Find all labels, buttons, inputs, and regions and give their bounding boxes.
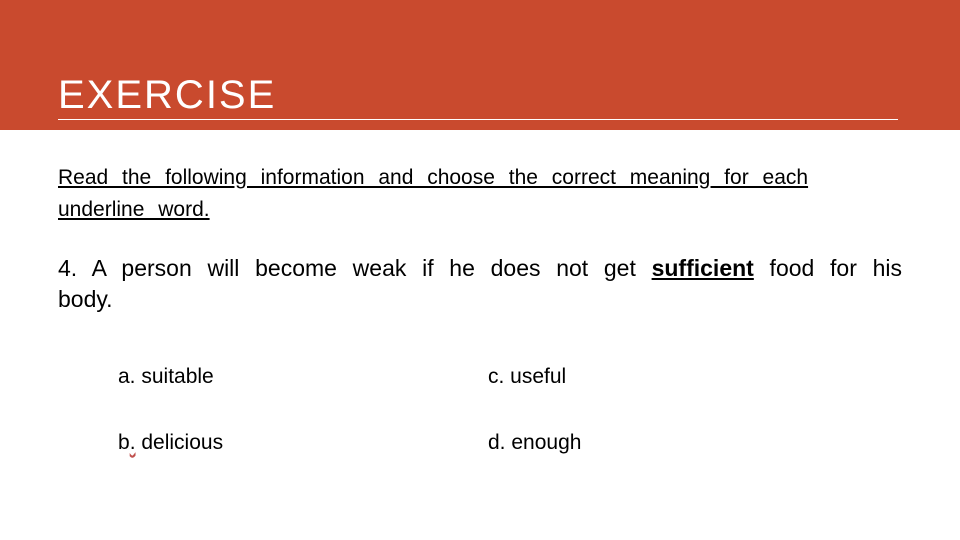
- header-bar: EXERCISE: [0, 0, 960, 130]
- option-d-label: d.: [488, 431, 506, 454]
- option-a[interactable]: a. suitable: [118, 365, 468, 389]
- title-underline: [58, 119, 898, 120]
- option-d[interactable]: d. enough: [488, 431, 838, 455]
- option-c-text: useful: [504, 365, 566, 388]
- question-keyword: sufficient: [652, 255, 754, 281]
- question-prefix: 4. A person will become weak if he does …: [58, 255, 652, 281]
- page-title: EXERCISE: [58, 73, 276, 118]
- option-b-label: b: [118, 431, 130, 454]
- option-c-label: c.: [488, 365, 504, 388]
- option-a-label: a.: [118, 365, 136, 388]
- question-text: 4. A person will become weak if he does …: [58, 253, 902, 315]
- option-a-text: suitable: [136, 365, 214, 388]
- content-area: Read the following information and choos…: [0, 130, 960, 455]
- instruction-text: Read the following information and choos…: [58, 162, 902, 225]
- option-d-text: enough: [506, 431, 582, 454]
- option-b-text: delicious: [136, 431, 224, 454]
- options-grid: a. suitable c. useful b. delicious d. en…: [58, 365, 838, 455]
- option-b[interactable]: b. delicious: [118, 431, 468, 455]
- option-c[interactable]: c. useful: [488, 365, 838, 389]
